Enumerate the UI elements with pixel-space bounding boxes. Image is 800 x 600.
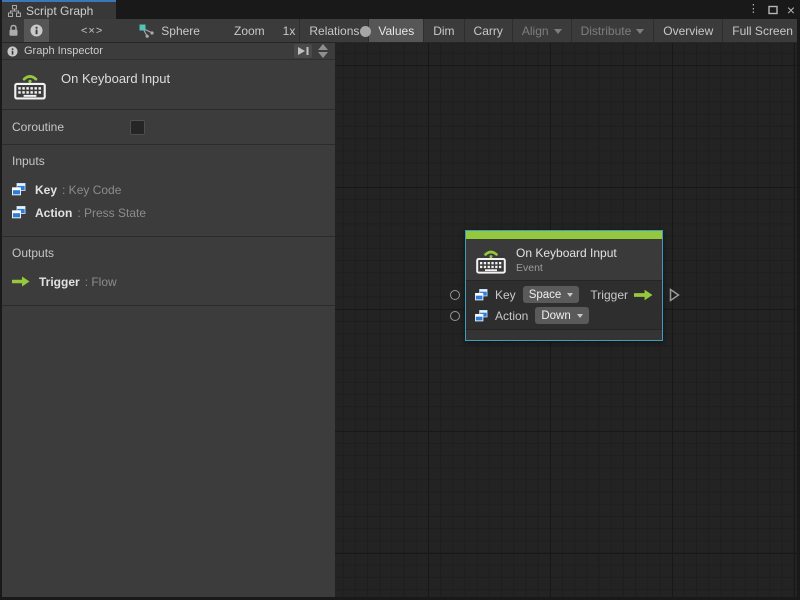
outputs-title: Outputs: [12, 246, 55, 260]
chevron-down-icon: [567, 293, 574, 297]
code-view-button[interactable]: <×>: [75, 19, 109, 42]
port-name: Key: [35, 182, 58, 197]
port-type: : Flow: [84, 274, 117, 289]
port-label: Key: [495, 287, 516, 302]
graph-owner-label: Sphere: [161, 23, 200, 38]
on-keyboard-input-node[interactable]: On Keyboard Input Event Key Space Trigge…: [465, 230, 663, 341]
value-port-icon: [12, 206, 26, 219]
key-dropdown[interactable]: Space: [522, 286, 580, 303]
info-icon: [30, 24, 43, 37]
graph-toolbar: <×> Sphere Zoom 1x Relations Values Dim …: [2, 19, 797, 43]
close-button[interactable]: ×: [787, 3, 795, 17]
inspected-unit-title: On Keyboard Input: [61, 71, 171, 86]
chevron-down-icon: [636, 28, 645, 34]
maximize-button[interactable]: [768, 5, 778, 15]
node-body: Key Space Trigger Action Down: [466, 281, 662, 329]
port-name: Trigger: [39, 274, 80, 289]
graph-inspector-panel: Graph Inspector On Keyboard Input Corout…: [2, 43, 335, 597]
relations-button[interactable]: Relations: [299, 19, 368, 42]
align-button[interactable]: Align: [511, 19, 571, 42]
node-subtitle: Event: [516, 261, 543, 274]
node-header[interactable]: On Keyboard Input Event: [466, 239, 662, 281]
input-port-row: Action : Press State: [2, 201, 335, 224]
carry-button[interactable]: Carry: [463, 19, 512, 42]
port-type: : Key Code: [62, 182, 122, 197]
lock-button[interactable]: [2, 19, 24, 42]
scroll-down-icon[interactable]: [318, 52, 328, 58]
coroutine-label: Coroutine: [12, 120, 65, 134]
toolbar-actions: Relations Values Dim Carry Align Distrib…: [299, 19, 800, 42]
dim-button[interactable]: Dim: [423, 19, 463, 42]
chevron-down-icon: [553, 28, 562, 34]
graph-canvas[interactable]: On Keyboard Input Event Key Space Trigge…: [335, 43, 797, 597]
port-name: Action: [35, 205, 73, 220]
graph-pointer-icon: [139, 24, 154, 38]
trigger-label: Trigger: [590, 287, 628, 302]
flow-arrow-icon: [634, 289, 653, 301]
window-tab-bar: Script Graph ⋮ ×: [0, 0, 800, 19]
node-event-color-bar: [466, 231, 662, 239]
node-row-key: Key Space Trigger: [466, 284, 662, 305]
inputs-section: Inputs Key : Key Code Action: Press Sta…: [2, 145, 335, 237]
input-port-action[interactable]: [450, 311, 460, 321]
output-port-row: Trigger : Flow: [2, 270, 335, 293]
inspector-toggle-button[interactable]: [24, 19, 49, 42]
tab-label: Script Graph: [26, 3, 94, 18]
inspector-title: Graph Inspector: [24, 45, 103, 57]
overview-button[interactable]: Overview: [653, 19, 722, 42]
script-graph-icon: [8, 4, 21, 17]
value-port-icon: [12, 183, 26, 196]
node-title: On Keyboard Input: [516, 245, 617, 260]
node-row-action: Action Down: [466, 305, 662, 326]
values-button[interactable]: Values: [368, 19, 424, 42]
more-button[interactable]: ⋮: [748, 4, 759, 15]
keyboard-event-icon: [14, 67, 46, 103]
inspector-header: Graph Inspector: [2, 43, 335, 60]
panel-scroll-arrows: [316, 43, 330, 59]
zoom-value: 1x: [282, 23, 296, 38]
inspected-unit-header: On Keyboard Input: [2, 60, 335, 110]
port-type: : Press State: [77, 205, 147, 220]
value-port-icon: [475, 309, 488, 322]
window-controls: ⋮ ×: [748, 0, 795, 19]
coroutine-checkbox[interactable]: [130, 120, 145, 135]
outputs-section: Outputs Trigger : Flow: [2, 237, 335, 306]
input-port-key[interactable]: [450, 290, 460, 300]
inputs-title: Inputs: [12, 154, 45, 168]
distribute-button[interactable]: Distribute: [570, 19, 654, 42]
dock-panel-icon[interactable]: [294, 44, 312, 58]
port-label: Action: [495, 308, 529, 323]
value-port-icon: [475, 288, 488, 301]
lock-icon: [8, 24, 19, 37]
zoom-label: Zoom: [233, 23, 265, 38]
info-icon: [7, 45, 18, 57]
action-dropdown[interactable]: Down: [535, 307, 589, 324]
zoom-slider-handle[interactable]: [359, 25, 371, 37]
code-icon: <×>: [81, 24, 104, 37]
node-footer: [466, 329, 662, 340]
fullscreen-button[interactable]: Full Screen: [722, 19, 800, 42]
scroll-up-icon[interactable]: [318, 44, 328, 50]
flow-arrow-icon: [12, 276, 30, 287]
coroutine-row: Coroutine: [2, 110, 335, 145]
input-port-row: Key : Key Code: [2, 178, 335, 201]
tab-script-graph[interactable]: Script Graph: [2, 0, 116, 19]
graph-owner-button[interactable]: Sphere: [131, 19, 208, 42]
output-port-trigger[interactable]: [669, 288, 680, 307]
chevron-down-icon: [576, 314, 583, 318]
keyboard-event-icon: [476, 244, 506, 276]
